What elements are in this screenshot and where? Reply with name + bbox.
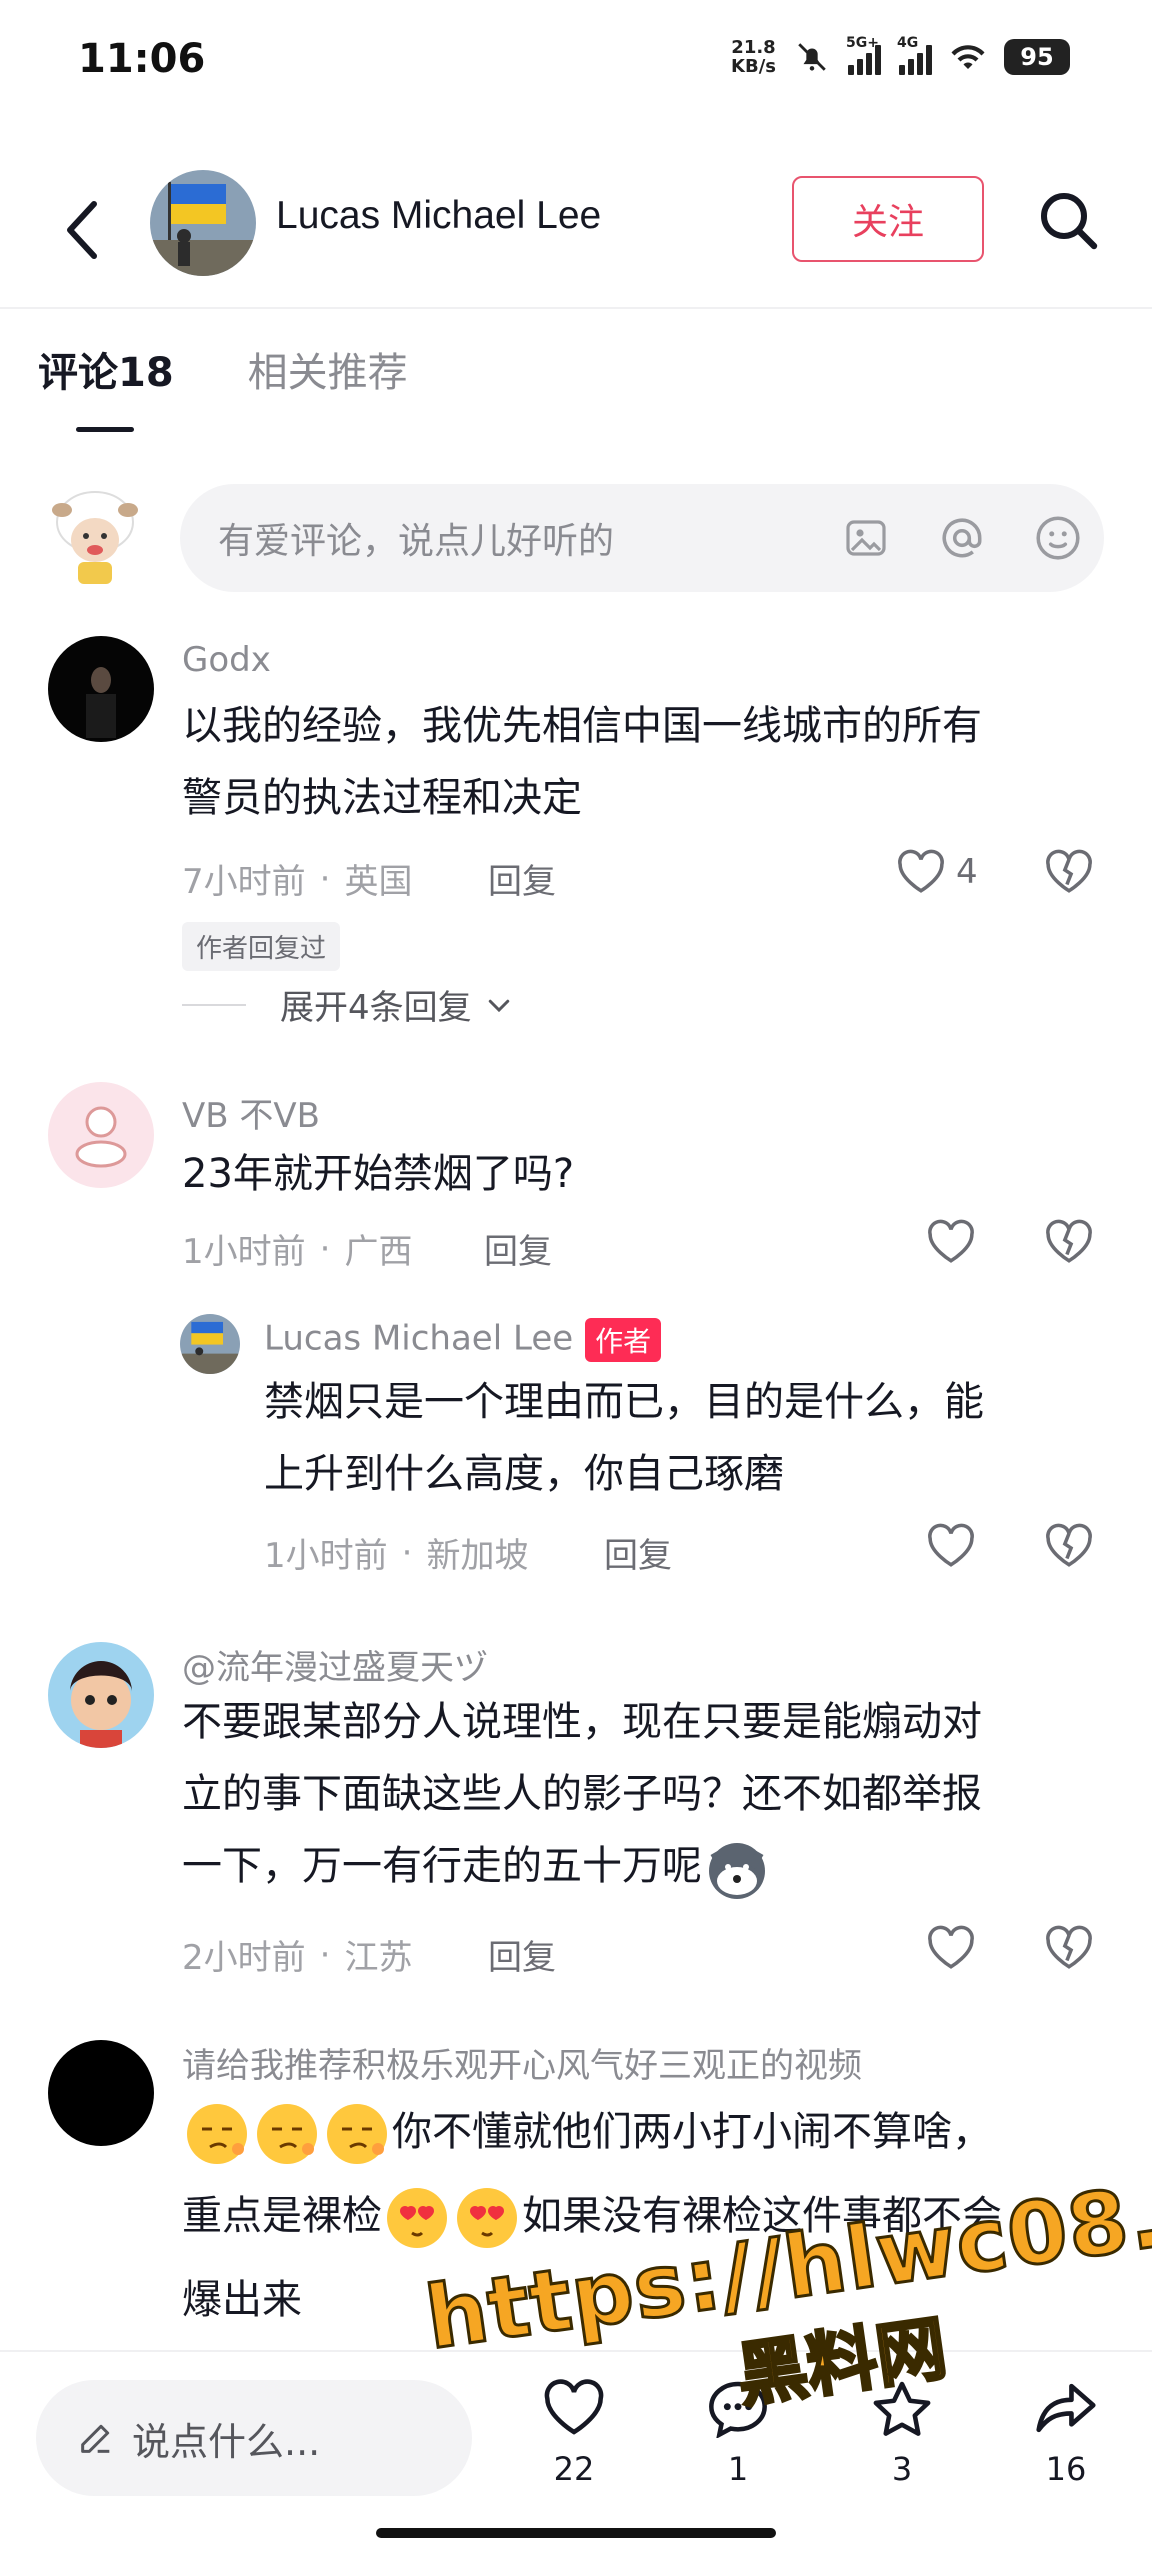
broken-heart-icon <box>1046 1219 1092 1263</box>
heart-eyes-emoji-icon <box>457 2188 517 2248</box>
follow-button[interactable]: 关注 <box>792 176 984 262</box>
net-speed-value: 21.8 <box>731 37 776 58</box>
my-avatar <box>48 482 142 586</box>
comment-text: 不要跟某部分人说理性，现在只要是能煽动对 立的事下面缺这些人的影子吗？还不如都举… <box>182 1686 982 1903</box>
reply-meta: 1小时前 · 新加坡 <box>264 1532 529 1577</box>
smirk-emoji-icon <box>187 2104 247 2164</box>
reply-button[interactable]: 回复 <box>488 854 556 903</box>
search-icon <box>1041 193 1098 250</box>
reply-button[interactable]: 回复 <box>604 1528 672 1577</box>
signal-4g-icon: 4G <box>897 35 932 75</box>
husky-emoji-icon <box>709 1843 765 1899</box>
share-arrow-icon <box>1036 2383 1096 2433</box>
search-button[interactable] <box>1030 182 1106 258</box>
like-button[interactable]: 4 <box>896 848 978 896</box>
header-divider <box>0 307 1152 309</box>
status-icons: 21.8 KB/s 5G+ 4G 95 <box>731 35 1070 76</box>
broken-heart-icon <box>1046 1925 1092 1969</box>
comment-item: Godx 以我的经验，我优先相信中国一线城市的所有 警员的执法过程和决定 7小时… <box>0 632 1152 1032</box>
comment-item: VB 不VB 23年就开始禁烟了吗? 1小时前 · 广西 回复 <box>0 1078 1152 1298</box>
battery-indicator: 95 <box>1004 39 1070 75</box>
smirk-emoji-icon <box>257 2104 317 2164</box>
home-indicator[interactable] <box>376 2528 776 2538</box>
heart-icon <box>928 1219 974 1263</box>
reply-item: Lucas Michael Lee 作者 禁烟只是一个理由而已，目的是什么，能 上… <box>0 1310 1152 1590</box>
mute-bell-icon <box>794 39 830 75</box>
dislike-button[interactable] <box>1044 848 1094 900</box>
reply-text: 禁烟只是一个理由而已，目的是什么，能 上升到什么高度，你自己琢磨 <box>264 1379 984 1497</box>
comment-meta: 1小时前 · 广西 <box>182 1228 413 1273</box>
comment-text: 以我的经验，我优先相信中国一线城市的所有 警员的执法过程和决定 <box>182 703 982 821</box>
net-speed-unit: KB/s <box>731 56 776 77</box>
comment-input-tools <box>838 510 1086 566</box>
like-button[interactable] <box>926 1924 976 1972</box>
back-button[interactable] <box>58 190 106 270</box>
heart-icon <box>898 849 944 893</box>
comment-meta: 2小时前 · 江苏 <box>182 1934 413 1979</box>
heart-icon <box>928 1925 974 1969</box>
expand-replies-button[interactable]: 展开4条回复 <box>182 980 514 1029</box>
mention-icon[interactable] <box>934 510 990 566</box>
status-time: 11:06 <box>78 36 206 82</box>
comment-text: 23年就开始禁烟了吗? <box>182 1151 575 1197</box>
emoji-icon[interactable] <box>1030 510 1086 566</box>
comment-input[interactable]: 有爱评论，说点儿好听的 <box>180 484 1104 592</box>
wifi-icon <box>950 39 986 75</box>
reply-button[interactable]: 回复 <box>484 1224 552 1273</box>
tab-related[interactable]: 相关推荐 <box>248 340 408 426</box>
dislike-button[interactable] <box>1044 1924 1094 1976</box>
commenter-name[interactable]: Godx <box>182 640 271 680</box>
like-action-count: 22 <box>553 2450 595 2488</box>
collect-action-count: 3 <box>891 2450 913 2488</box>
commenter-avatar[interactable] <box>48 2040 154 2146</box>
bottom-comment-input[interactable]: 说点什么... <box>36 2380 472 2496</box>
heart-eyes-emoji-icon <box>387 2188 447 2248</box>
share-action-count: 16 <box>1045 2450 1087 2488</box>
comment-input-placeholder: 有爱评论，说点儿好听的 <box>218 521 615 562</box>
signal-5g-icon: 5G+ <box>846 35 881 75</box>
comment-action-count: 1 <box>727 2450 749 2488</box>
tab-comments[interactable]: 评论18 <box>38 340 174 432</box>
author-replied-badge: 作者回复过 <box>182 922 341 971</box>
like-count: 4 <box>956 852 978 892</box>
share-action[interactable]: 16 <box>1016 2378 1116 2488</box>
commenter-name[interactable]: VB 不VB <box>182 1088 320 1137</box>
heart-icon <box>928 1523 974 1567</box>
replier-avatar[interactable] <box>180 1314 240 1374</box>
comment-meta: 7小时前 · 英国 <box>182 858 413 903</box>
pencil-icon <box>81 2424 110 2453</box>
reply-button[interactable]: 回复 <box>488 1930 556 1979</box>
like-button[interactable] <box>926 1522 976 1570</box>
like-button[interactable] <box>926 1218 976 1266</box>
commenter-name[interactable]: @流年漫过盛夏天ヅ <box>182 1640 488 1689</box>
comment-item: @流年漫过盛夏天ヅ 不要跟某部分人说理性，现在只要是能煽动对 立的事下面缺这些人… <box>0 1640 1152 1990</box>
dislike-button[interactable] <box>1044 1218 1094 1270</box>
status-bar: 11:06 21.8 KB/s 5G+ 4G 95 <box>0 0 1152 130</box>
net-speed: 21.8 KB/s <box>731 38 776 76</box>
commenter-avatar[interactable] <box>48 1642 154 1748</box>
bottom-input-placeholder: 说点什么... <box>132 2419 321 2464</box>
commenter-avatar[interactable] <box>48 1082 154 1188</box>
tab-bar: 评论18 相关推荐 <box>38 340 408 432</box>
commenter-name[interactable]: 请给我推荐积极乐观开心风气好三观正的视频 <box>182 2038 862 2087</box>
commenter-avatar[interactable] <box>48 636 154 742</box>
author-badge: 作者 <box>585 1318 662 1362</box>
author-avatar[interactable] <box>150 170 256 276</box>
chevron-left-icon <box>67 201 97 259</box>
image-icon[interactable] <box>838 510 894 566</box>
author-name[interactable]: Lucas Michael Lee <box>276 194 601 238</box>
expand-divider <box>182 1003 246 1006</box>
broken-heart-icon <box>1046 1523 1092 1567</box>
replier-name: Lucas Michael Lee 作者 <box>264 1318 662 1362</box>
broken-heart-icon <box>1046 849 1092 893</box>
profile-header: Lucas Michael Lee 关注 <box>0 160 1152 310</box>
dislike-button[interactable] <box>1044 1522 1094 1574</box>
smirk-emoji-icon <box>327 2104 387 2164</box>
chevron-down-icon <box>488 999 509 1012</box>
